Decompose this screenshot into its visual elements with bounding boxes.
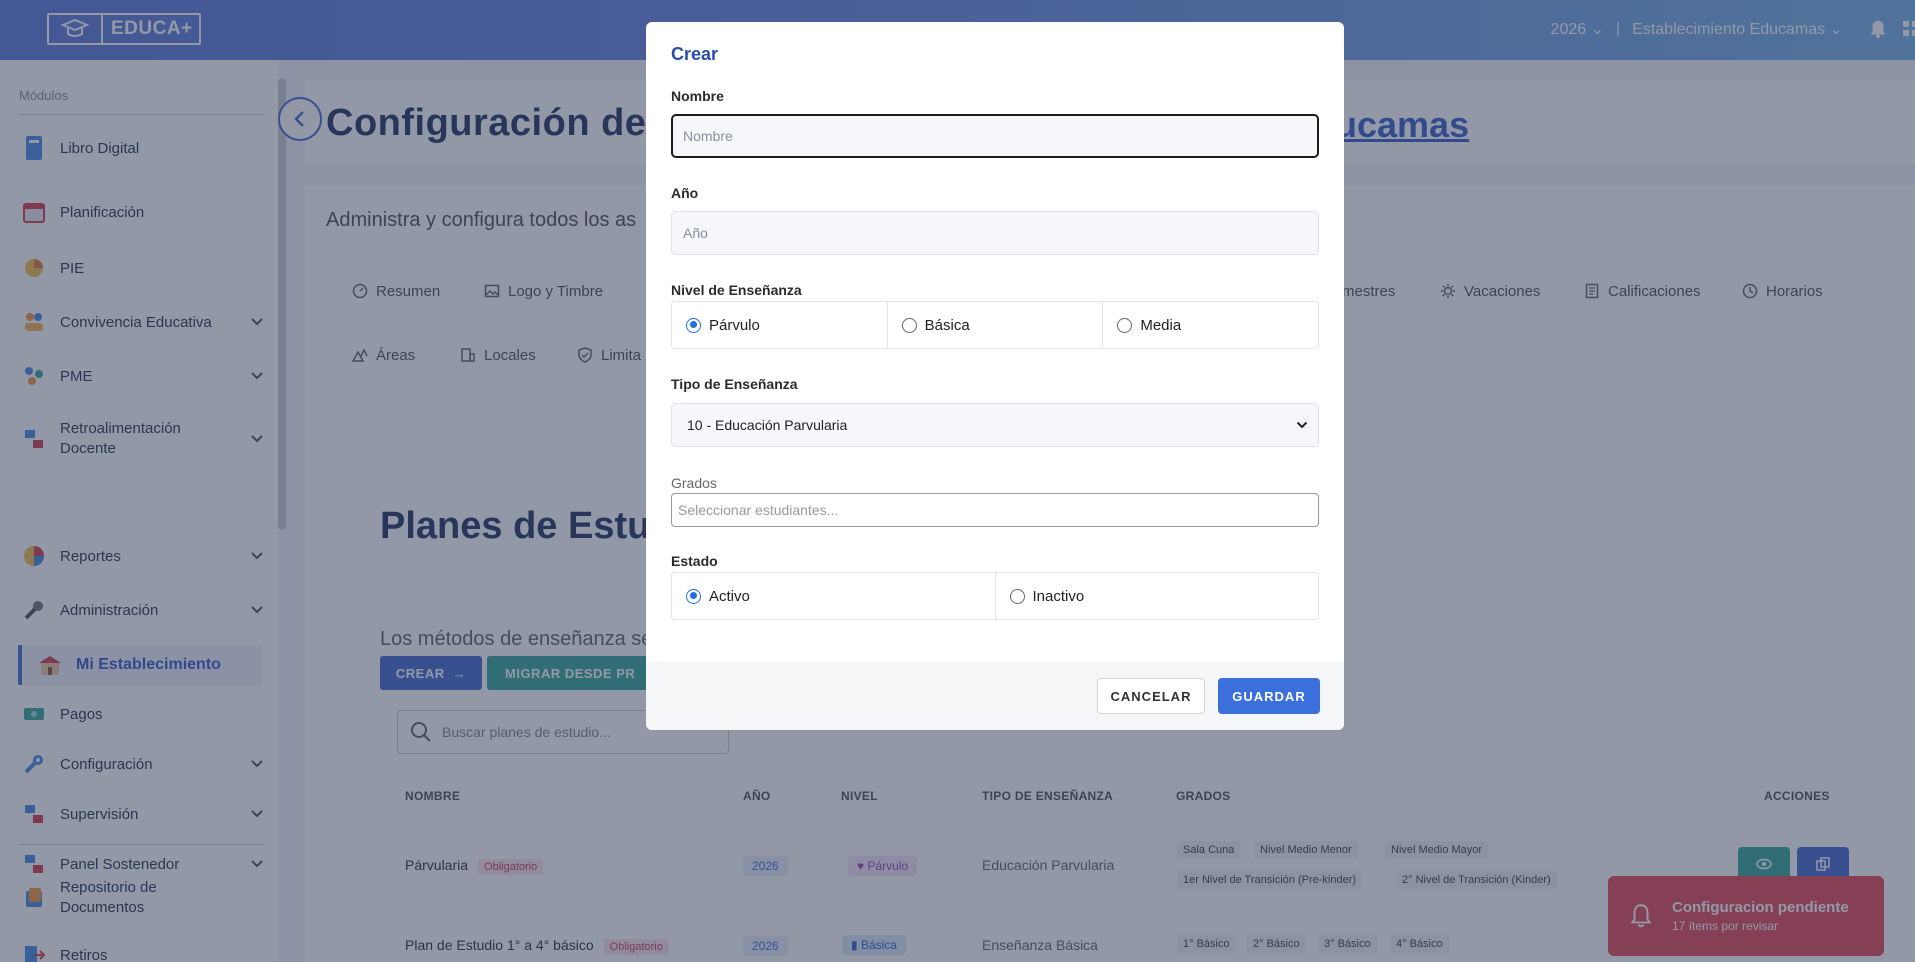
radio-icon	[1009, 588, 1025, 604]
nivel-radio-group: Párvulo Básica Media	[671, 301, 1319, 349]
anio-input[interactable]: Año	[671, 211, 1319, 255]
nombre-input[interactable]: Nombre	[671, 114, 1319, 158]
chevron-down-icon	[1296, 421, 1308, 429]
nombre-label: Nombre	[671, 88, 724, 104]
radio-checked-icon	[686, 588, 701, 604]
estado-radio-group: Activo Inactivo	[671, 572, 1319, 620]
create-modal: Crear Nombre Nombre Año Año Nivel de Ens…	[646, 22, 1344, 730]
modal-title: Crear	[671, 44, 719, 64]
estado-option-activo[interactable]: Activo	[672, 573, 996, 619]
grados-label: Grados	[671, 475, 717, 491]
nivel-label: Nivel de Enseñanza	[671, 282, 802, 298]
tipo-label: Tipo de Enseñanza	[671, 376, 798, 392]
radio-icon	[1117, 317, 1133, 333]
estado-option-inactivo[interactable]: Inactivo	[996, 573, 1319, 619]
save-button[interactable]: GUARDAR	[1218, 678, 1320, 714]
cancel-button[interactable]: CANCELAR	[1097, 678, 1205, 714]
grados-multiselect[interactable]: Seleccionar estudiantes...	[671, 493, 1319, 527]
tipo-select[interactable]: 10 - Educación Parvularia	[671, 403, 1319, 447]
nivel-option-media[interactable]: Media	[1103, 302, 1318, 348]
anio-label: Año	[671, 185, 699, 201]
estado-label: Estado	[671, 553, 718, 569]
radio-icon	[901, 317, 917, 333]
nivel-option-basica[interactable]: Básica	[888, 302, 1104, 348]
radio-checked-icon	[686, 317, 701, 333]
nivel-option-parvulo[interactable]: Párvulo	[672, 302, 888, 348]
